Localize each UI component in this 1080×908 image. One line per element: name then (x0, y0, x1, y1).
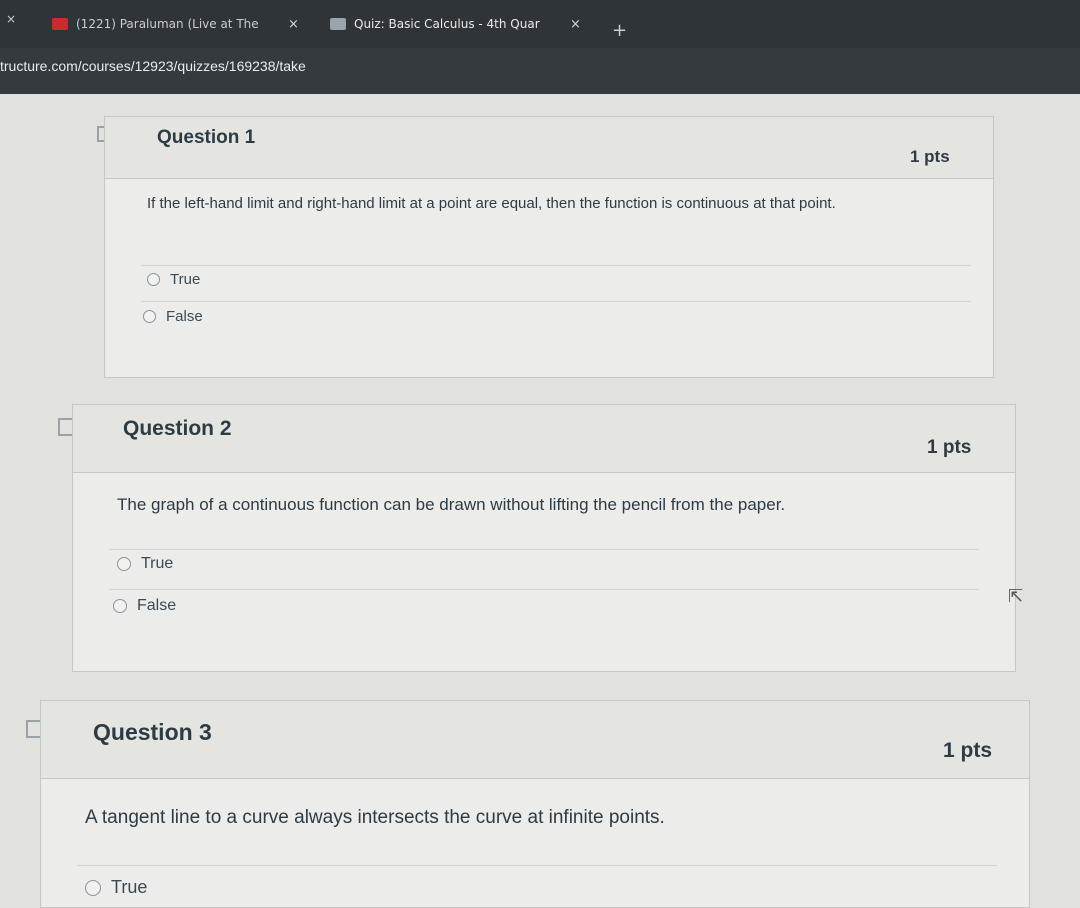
new-tab-button[interactable]: + (612, 20, 627, 41)
browser-tabstrip: × (1221) Paraluman (Live at The × Quiz: … (0, 0, 1080, 48)
radio-button[interactable] (147, 273, 160, 286)
question-card: Question 3 1 pts A tangent line to a cur… (40, 700, 1030, 908)
answer-divider (141, 265, 971, 266)
question-title: Question 1 (157, 127, 256, 148)
answer-divider (109, 589, 979, 590)
radio-button[interactable] (113, 599, 127, 613)
url-text[interactable]: tructure.com/courses/12923/quizzes/16923… (0, 58, 306, 74)
question-points: 1 pts (943, 739, 993, 762)
mouse-cursor-icon: ⇱ (1008, 586, 1024, 607)
question-title: Question 3 (93, 719, 212, 745)
close-tab-icon[interactable]: × (288, 17, 299, 32)
question-card: Question 2 1 pts The graph of a continuo… (72, 404, 1016, 672)
youtube-icon (52, 18, 68, 30)
answer-divider (141, 301, 971, 302)
question-title: Question 2 (123, 417, 232, 440)
answer-label: False (166, 308, 203, 325)
answer-option[interactable]: False (143, 308, 203, 325)
answer-label: False (137, 597, 177, 614)
answer-option[interactable]: True (117, 555, 173, 573)
question-points: 1 pts (910, 147, 950, 166)
answer-option[interactable]: False (113, 597, 176, 615)
close-tab-icon[interactable]: × (570, 17, 581, 32)
question-card: Question 1 1 pts If the left-hand limit … (104, 116, 994, 378)
answer-option[interactable]: True (85, 877, 147, 898)
answer-divider (77, 865, 997, 866)
answer-divider (109, 549, 979, 550)
question-text: A tangent line to a curve always interse… (85, 807, 665, 828)
answer-label: True (170, 271, 201, 288)
tab-youtube[interactable]: (1221) Paraluman (Live at The × (52, 6, 302, 42)
close-window-icon[interactable]: × (6, 12, 16, 26)
answer-label: True (141, 555, 174, 572)
radio-button[interactable] (117, 557, 131, 571)
radio-button[interactable] (143, 310, 156, 323)
radio-button[interactable] (85, 879, 101, 896)
question-text: If the left-hand limit and right-hand li… (147, 195, 836, 212)
tab-youtube-title: (1221) Paraluman (Live at The (76, 17, 259, 31)
canvas-icon (330, 18, 346, 30)
answer-option[interactable]: True (147, 271, 200, 288)
question-points: 1 pts (927, 437, 972, 458)
question-text: The graph of a continuous function can b… (117, 495, 786, 514)
answer-label: True (111, 877, 148, 897)
tab-quiz-title: Quiz: Basic Calculus - 4th Quar (354, 17, 540, 31)
tab-quiz[interactable]: Quiz: Basic Calculus - 4th Quar × (330, 6, 590, 42)
